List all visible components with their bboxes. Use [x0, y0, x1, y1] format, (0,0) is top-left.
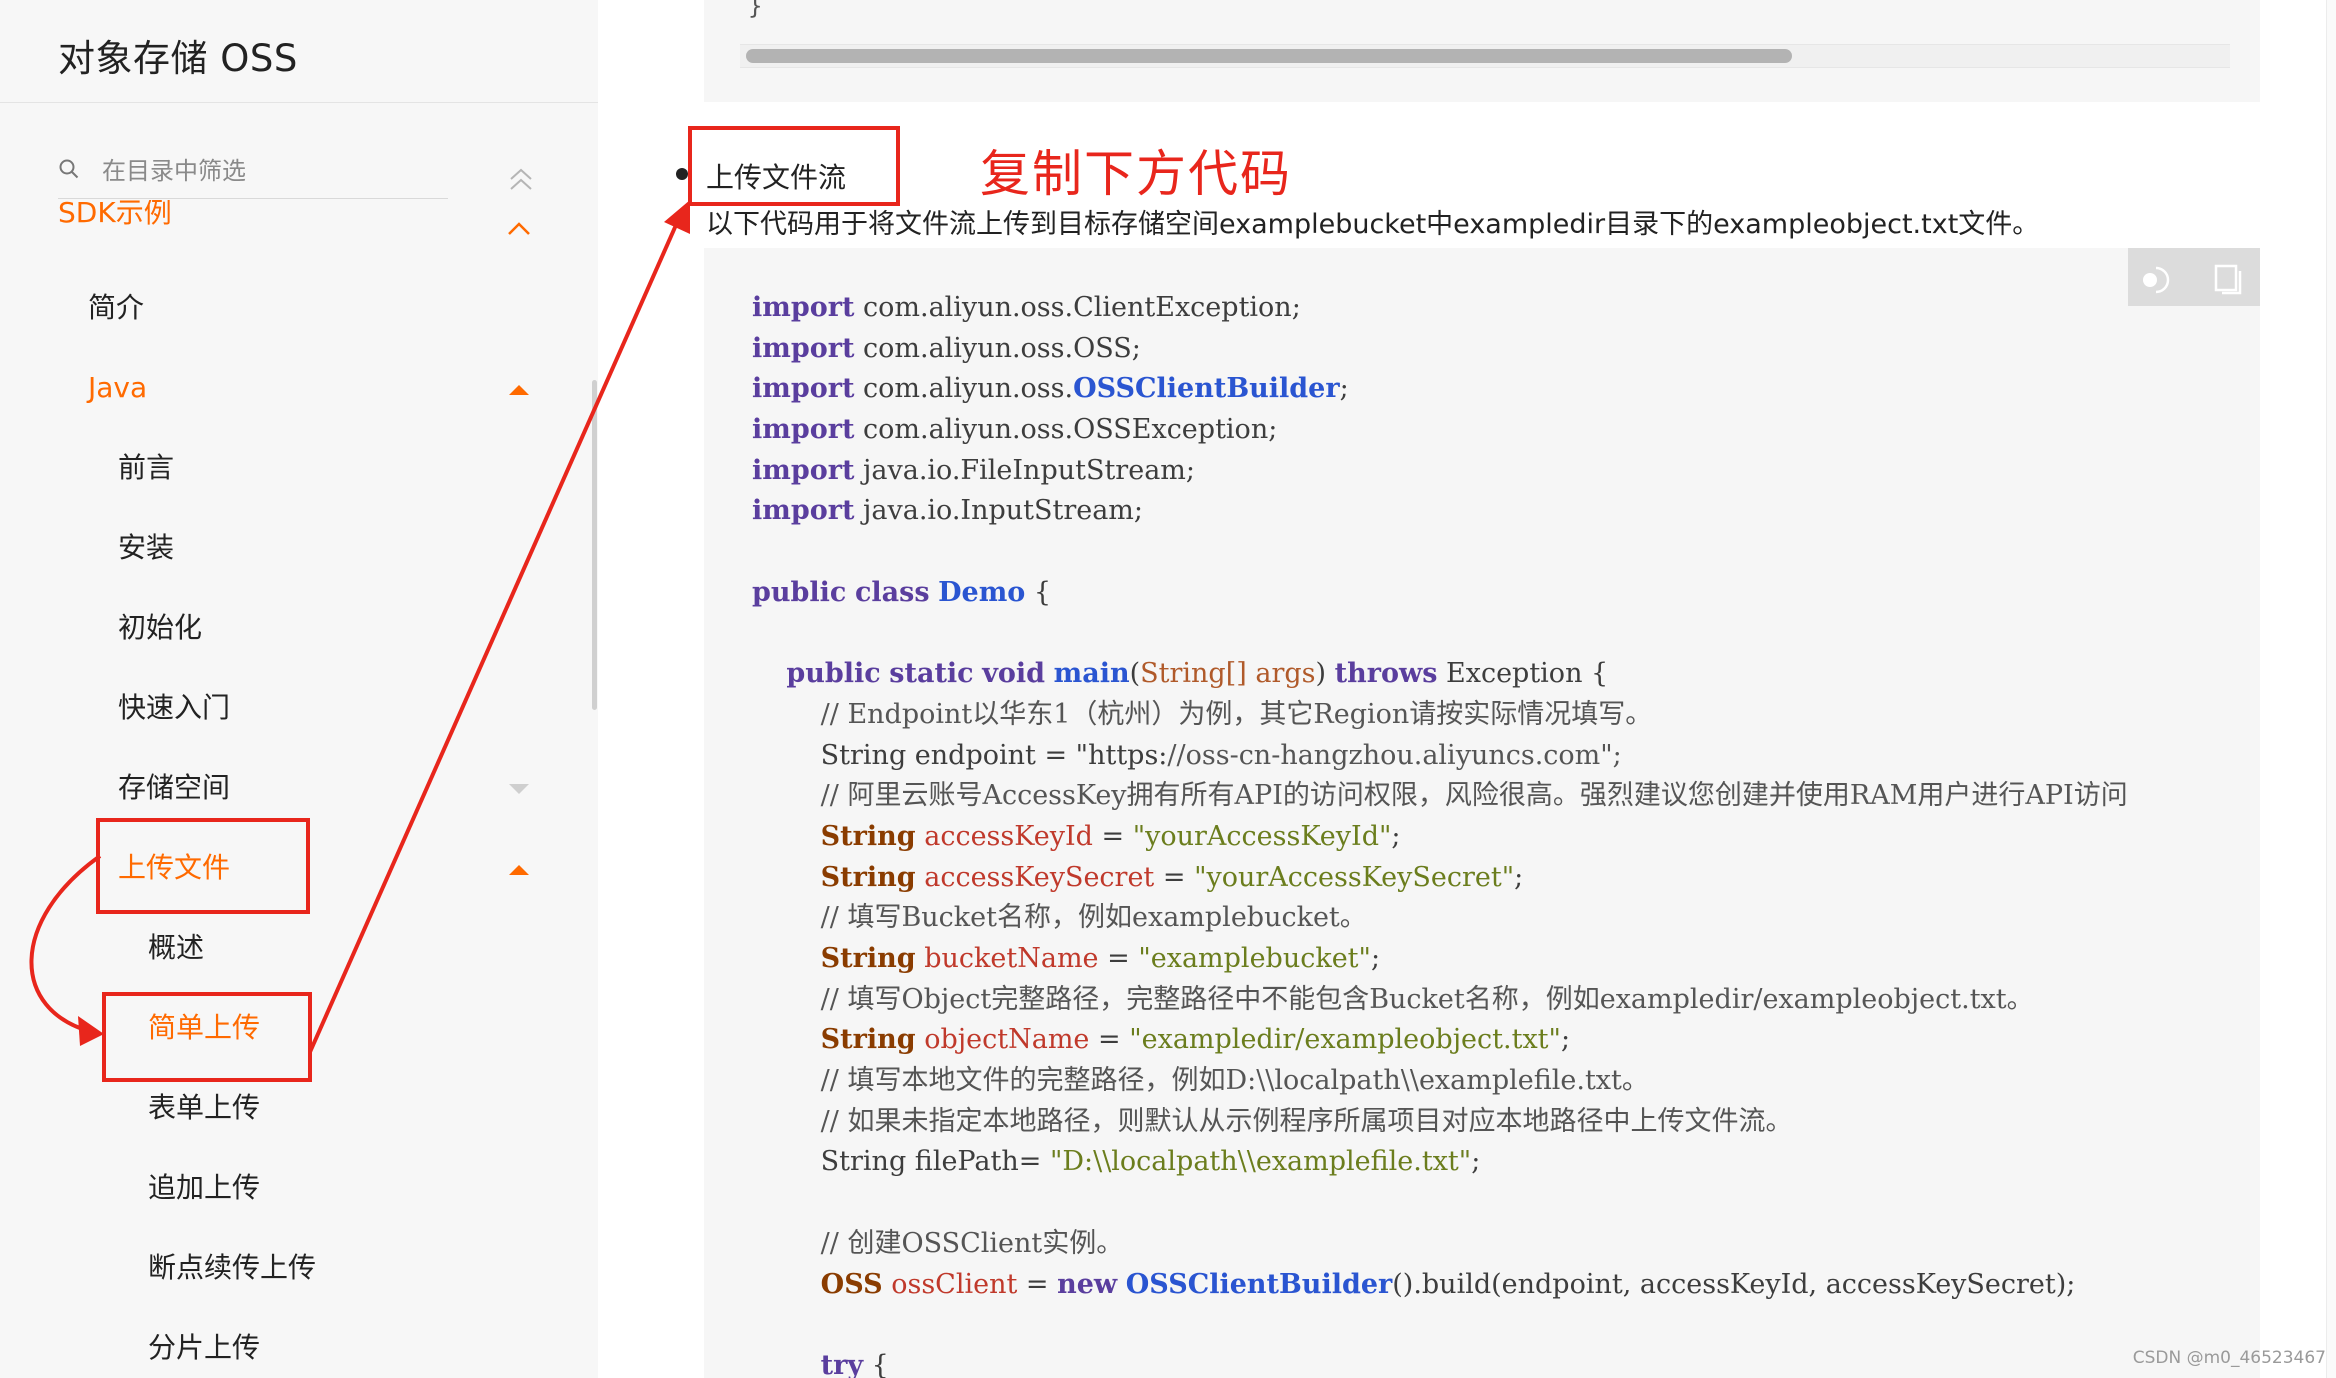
sidebar-item-init[interactable]: 初始化	[118, 598, 202, 658]
catalog-filter	[58, 150, 448, 199]
sidebar-item-simple-upload[interactable]: 简单上传	[148, 998, 260, 1058]
code-line: import com.aliyun.oss.OSS;	[752, 332, 1141, 364]
sidebar-item-form-upload[interactable]: 表单上传	[148, 1078, 260, 1138]
sidebar-item-label: Java	[88, 371, 148, 404]
sidebar-item-label: 分片上传	[148, 1331, 261, 1364]
code-line: import com.aliyun.oss.OSSException;	[752, 414, 1278, 446]
sidebar-item-label: 追加上传	[148, 1171, 261, 1204]
code-line: import java.io.InputStream;	[752, 495, 1144, 527]
sidebar-item-label: 断点续传上传	[148, 1251, 317, 1284]
sidebar: 对象存储 OSS SDK示例 简介 Java 前言 安装 初始化 快速入门 存	[0, 0, 598, 1378]
code-block: import com.aliyun.oss.ClientException; im…	[704, 248, 2260, 1378]
code-line: OSS ossClient = new OSSClientBuilder().b…	[820, 1268, 2076, 1300]
sidebar-item-preface[interactable]: 前言	[118, 438, 174, 498]
code-line: public class Demo {	[752, 576, 1052, 608]
code-line: // 阿里云账号AccessKey拥有所有API的访问权限，风险很高。强烈建议您…	[820, 780, 2128, 812]
code-line: import java.io.FileInputStream;	[752, 454, 1195, 486]
sidebar-item-label: 简单上传	[148, 1011, 261, 1044]
sidebar-item-label: SDK示例	[58, 200, 172, 229]
code-line: try {	[820, 1349, 889, 1378]
code-line: String bucketName = "examplebucket";	[820, 943, 1381, 974]
bullet-point	[676, 168, 688, 180]
sidebar-item-label: 上传文件	[118, 851, 231, 884]
watermark: CSDN @m0_46523467	[2132, 1348, 2326, 1368]
code-line: // Endpoint以华东1（杭州）为例，其它Region请按实际情况填写。	[820, 698, 1653, 730]
annotation-text: 复制下方代码	[980, 145, 1292, 203]
sidebar-item-quickstart[interactable]: 快速入门	[118, 678, 230, 738]
sidebar-item-label: 表单上传	[148, 1091, 261, 1124]
code-line: }	[748, 0, 763, 20]
sidebar-item-overview[interactable]: 概述	[148, 918, 204, 978]
code-line: import com.aliyun.oss.ClientException;	[752, 292, 1301, 323]
sidebar-divider	[0, 102, 598, 103]
code-line: String accessKeySecret = "yourAccessKeyS…	[820, 861, 1524, 893]
chevron-up-icon[interactable]	[506, 216, 532, 242]
sidebar-item-label: 简介	[88, 291, 145, 324]
code-line: String endpoint = "https://oss-cn-hangzh…	[752, 739, 1622, 771]
page-scrollbar[interactable]	[2326, 0, 2336, 1378]
caret-up-icon[interactable]	[506, 376, 532, 402]
code-line: // 填写Object完整路径，完整路径中不能包含Bucket名称，例如exam…	[820, 983, 2034, 1015]
sidebar-item-label: 安装	[118, 531, 175, 564]
code-line: import com.aliyun.oss.OSSClientBuilder;	[752, 373, 1349, 405]
catalog-filter-input[interactable]	[100, 154, 434, 188]
sidebar-item-multipart-upload[interactable]: 分片上传	[148, 1318, 260, 1378]
code-line: public static void main(String[] args) t…	[786, 658, 1609, 690]
sidebar-item-install[interactable]: 安装	[118, 518, 174, 578]
sidebar-title: 对象存储 OSS	[58, 37, 298, 80]
sidebar-item-java[interactable]: Java	[88, 358, 147, 418]
arrowhead-icon	[664, 200, 690, 234]
sidebar-item-upload-file[interactable]: 上传文件	[118, 838, 230, 898]
code-line: String objectName = "exampledir/exampleo…	[820, 1024, 1571, 1056]
sidebar-item-label: 存储空间	[118, 771, 231, 804]
sidebar-item-append-upload[interactable]: 追加上传	[148, 1158, 260, 1218]
sidebar-item-resumable-upload[interactable]: 断点续传上传	[148, 1238, 316, 1298]
section-heading: 上传文件流	[706, 161, 847, 194]
code-line: // 填写本地文件的完整路径，例如D:\\localpath\\examplef…	[820, 1065, 1649, 1097]
code-line: // 如果未指定本地路径，则默认从示例程序所属项目对应本地路径中上传文件流。	[820, 1105, 1793, 1137]
section-description: 以下代码用于将文件流上传到目标存储空间examplebucket中example…	[706, 209, 2040, 240]
caret-up-icon[interactable]	[506, 856, 532, 882]
search-icon	[59, 159, 79, 179]
sidebar-item-intro[interactable]: 简介	[88, 278, 144, 338]
sidebar-item-label: 前言	[118, 451, 175, 484]
code-line: // 创建OSSClient实例。	[820, 1227, 1124, 1259]
caret-down-icon[interactable]	[506, 776, 532, 802]
code-line: String filePath= "D:\\localpath\\example…	[752, 1146, 1481, 1178]
sidebar-item-label: 快速入门	[118, 691, 231, 724]
horizontal-scrollbar-thumb[interactable]	[746, 49, 1792, 63]
sidebar-item-label: 概述	[148, 931, 205, 964]
code-line: // 填写Bucket名称，例如examplebucket。	[820, 902, 1367, 934]
code-line: String accessKeyId = "yourAccessKeyId";	[820, 820, 1401, 852]
code-lines: import com.aliyun.oss.ClientException; im…	[752, 288, 2232, 1378]
sidebar-scrollbar[interactable]	[592, 380, 597, 710]
previous-code-block: }	[704, 0, 2260, 102]
sidebar-item-bucket[interactable]: 存储空间	[118, 758, 230, 818]
sidebar-item-sdk-examples[interactable]: SDK示例	[58, 200, 172, 254]
double-chevron-up-icon[interactable]	[506, 164, 536, 194]
sidebar-item-label: 初始化	[118, 611, 203, 644]
